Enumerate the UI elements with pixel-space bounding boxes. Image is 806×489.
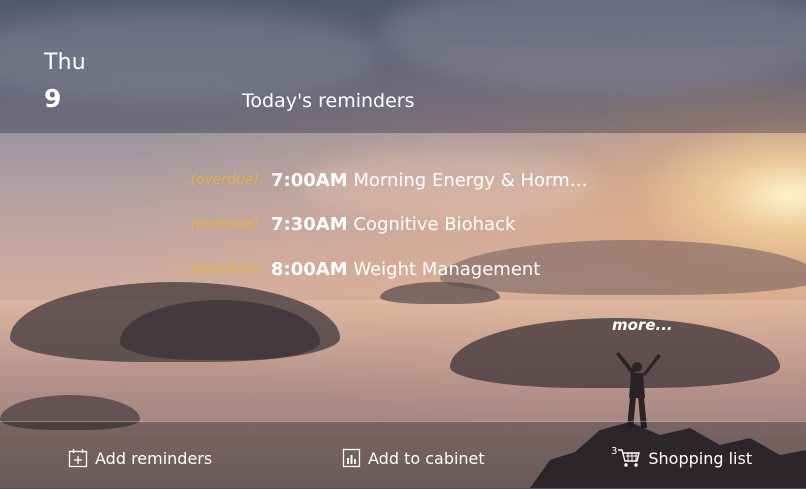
shopping-list-label: Shopping list bbox=[648, 448, 753, 468]
add-reminders-label: Add reminders bbox=[95, 448, 213, 468]
reminder-text: 7:30AM Cognitive Biohack bbox=[271, 214, 591, 235]
reminder-title: Cognitive Biohack bbox=[353, 214, 516, 235]
cart-count-badge: 3 bbox=[611, 445, 618, 457]
reminder-item[interactable]: (overdue) 7:00AM Morning Energy & Hormo.… bbox=[0, 170, 806, 194]
day-name: Thu bbox=[44, 50, 86, 75]
add-to-cabinet-label: Add to cabinet bbox=[368, 448, 485, 468]
header-band bbox=[0, 0, 806, 133]
overdue-label: (overdue) bbox=[190, 261, 259, 277]
more-link[interactable]: more... bbox=[612, 316, 673, 334]
reminder-time: 7:30AM bbox=[271, 214, 348, 235]
cabinet-icon bbox=[342, 448, 361, 468]
day-number: 9 bbox=[44, 84, 62, 113]
add-reminders-button[interactable]: Add reminders bbox=[68, 447, 212, 469]
overdue-label: (overdue) bbox=[190, 172, 259, 188]
page-title: Today's reminders bbox=[242, 90, 415, 112]
calendar-plus-icon bbox=[68, 449, 88, 468]
reminder-time: 8:00AM bbox=[271, 259, 348, 280]
reminder-title: Morning Energy & Hormo... bbox=[353, 170, 591, 191]
reminder-text: 7:00AM Morning Energy & Hormo... bbox=[271, 170, 591, 191]
reminder-title: Weight Management bbox=[353, 259, 541, 280]
reminder-text: 8:00AM Weight Management bbox=[271, 259, 591, 280]
overdue-label: (overdue) bbox=[190, 216, 259, 232]
reminder-item[interactable]: (overdue) 8:00AM Weight Management bbox=[0, 259, 806, 283]
cart-icon bbox=[618, 449, 641, 467]
reminder-item[interactable]: (overdue) 7:30AM Cognitive Biohack bbox=[0, 214, 806, 238]
shopping-list-button[interactable]: 3 Shopping list bbox=[611, 445, 753, 469]
reminder-time: 7:00AM bbox=[271, 170, 348, 191]
add-to-cabinet-button[interactable]: Add to cabinet bbox=[342, 447, 485, 469]
